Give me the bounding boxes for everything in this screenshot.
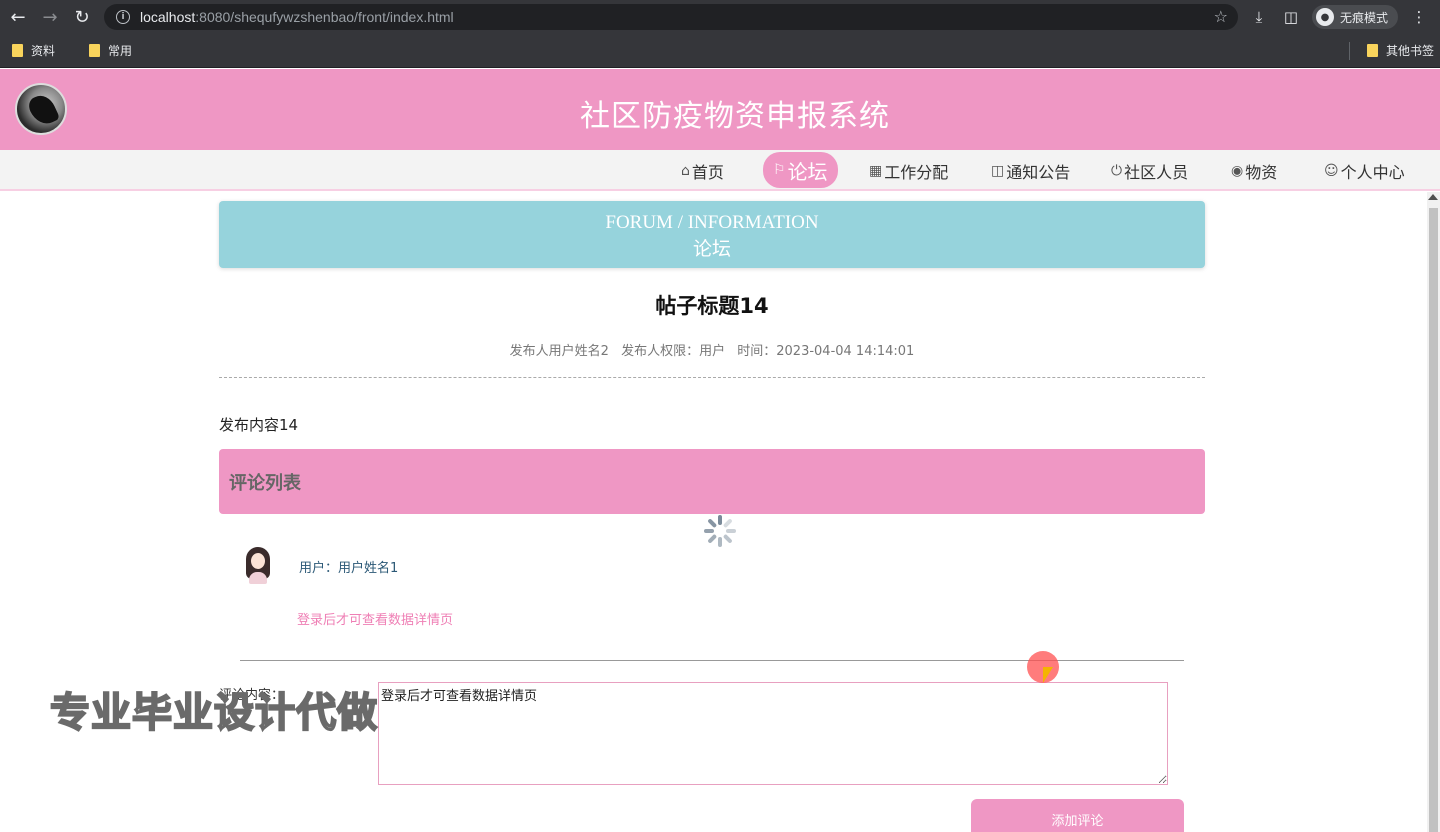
post-time: 时间：2023-04-04 14:14:01 — [737, 344, 915, 359]
banner-title-en: FORUM / INFORMATION — [605, 212, 819, 233]
loading-spinner-icon — [703, 514, 737, 548]
site-title: 社区防疫物资申报系统 — [580, 99, 890, 134]
folder-icon — [12, 44, 23, 57]
url-text: localhost:8080/shequfywzshenbao/front/in… — [140, 9, 454, 25]
comment-user: 用户：用户姓名1 — [299, 561, 399, 576]
incognito-badge[interactable]: ● 无痕模式 — [1311, 5, 1398, 29]
bookmark-star-icon[interactable]: ☆ — [1214, 7, 1228, 26]
power-icon: ⏻ — [1111, 163, 1123, 179]
section-banner: FORUM / INFORMATION 论坛 — [219, 201, 1205, 268]
flag-icon: ⚐ — [773, 162, 786, 178]
bookmark-folder-changyong[interactable]: 常用 — [89, 42, 132, 59]
scrollbar-thumb[interactable] — [1429, 208, 1438, 832]
banner-title-cn: 论坛 — [692, 238, 731, 260]
comment-avatar — [240, 545, 276, 585]
nav-item-community-staff[interactable]: ⏻ 社区人员 — [1111, 158, 1188, 184]
folder-icon — [1366, 44, 1378, 57]
home-icon: ⌂ — [681, 163, 690, 179]
site-header: 社区防疫物资申报系统 — [0, 69, 1440, 150]
book-icon: ◫ — [991, 163, 1005, 179]
scroll-up-arrow-icon[interactable] — [1428, 194, 1438, 200]
user-icon: ☺ — [1324, 163, 1339, 179]
incognito-icon: ● — [1315, 8, 1334, 26]
comment-list-header: 评论列表 — [219, 449, 1205, 514]
main-nav: ⌂ 首页 ⚐ 论坛 ▦ 工作分配 ◫ 通知公告 ⏻ 社区人员 ◉ 物资 ☺ 个人中心 — [0, 150, 1440, 191]
comment-text[interactable]: 登录后才可查看数据详情页 — [297, 609, 453, 628]
reload-icon[interactable]: ↻ — [67, 2, 97, 32]
incognito-label: 无痕模式 — [1339, 10, 1388, 25]
nav-item-forum[interactable]: ⚐ 论坛 — [763, 152, 838, 188]
bookmark-folder-ziliao[interactable]: 资料 — [12, 42, 55, 59]
watermark-text: 专业毕业设计代做 — [49, 689, 378, 737]
browser-menu-icon[interactable]: ⋮ — [1408, 6, 1430, 28]
site-info-icon[interactable]: i — [116, 10, 130, 24]
comment-input[interactable]: 登录后才可查看数据详情页 — [378, 682, 1168, 785]
other-bookmarks[interactable]: 其他书签 — [1366, 42, 1434, 59]
add-comment-button[interactable]: 添加评论 — [971, 799, 1184, 832]
grid-icon: ▦ — [869, 163, 883, 179]
post-role: 发布人权限：用户 — [621, 344, 726, 359]
forward-arrow-icon[interactable]: → — [35, 2, 65, 32]
back-arrow-icon[interactable]: ← — [3, 2, 33, 32]
post-content: 发布内容14 — [219, 416, 299, 434]
address-bar[interactable]: i localhost:8080/shequfywzshenbao/front/… — [104, 4, 1238, 30]
nav-item-supplies[interactable]: ◉ 物资 — [1231, 158, 1277, 184]
browser-toolbar: ← → ↻ i localhost:8080/shequfywzshenbao/… — [0, 0, 1440, 34]
nav-item-home[interactable]: ⌂ 首页 — [681, 158, 724, 184]
mouse-cursor-icon — [1043, 667, 1053, 683]
post-author: 发布人用户姓名2 — [509, 344, 609, 359]
post-meta: 发布人用户姓名2 发布人权限：用户 时间：2023-04-04 14:14:01 — [219, 340, 1205, 359]
bookmarks-separator — [1349, 42, 1350, 60]
bookmarks-bar: 资料 常用 其他书签 — [0, 34, 1440, 68]
nav-item-personal-center[interactable]: ☺ 个人中心 — [1324, 158, 1405, 184]
nav-item-work-assignment[interactable]: ▦ 工作分配 — [869, 158, 948, 184]
folder-icon — [89, 44, 101, 57]
palette-icon: ◉ — [1231, 163, 1244, 179]
post-divider — [219, 377, 1205, 378]
comment-list-title: 评论列表 — [229, 472, 301, 494]
download-icon[interactable]: ⤓ — [1248, 6, 1270, 28]
side-panel-icon[interactable]: ◫ — [1280, 6, 1302, 28]
nav-item-notices[interactable]: ◫ 通知公告 — [991, 158, 1070, 184]
post-title: 帖子标题14 — [655, 294, 769, 318]
